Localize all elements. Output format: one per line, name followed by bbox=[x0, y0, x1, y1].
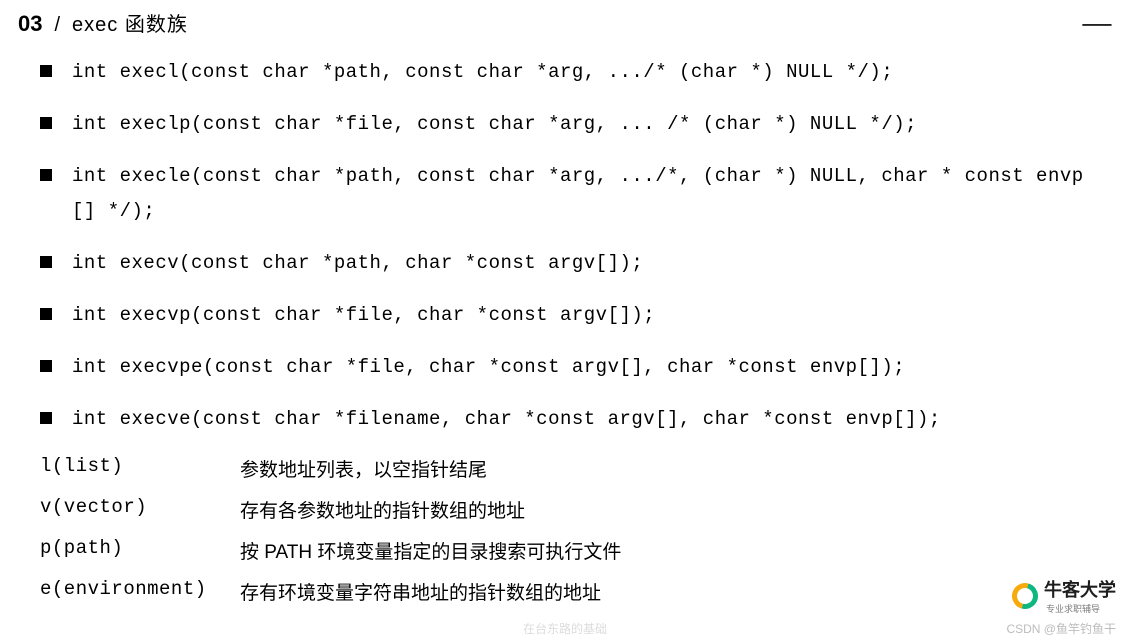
brand-sub: 专业求职辅导 bbox=[1046, 602, 1116, 615]
slide-content: int execl(const char *path, const char *… bbox=[0, 41, 1130, 605]
brand-logo-icon bbox=[1012, 583, 1038, 609]
suffix-desc: 存有环境变量字符串地址的指针数组的地址 bbox=[240, 578, 601, 605]
list-item: int execvpe(const char *file, char *cons… bbox=[40, 350, 1100, 384]
code-line: int execvp(const char *file, char *const… bbox=[72, 298, 1100, 332]
suffix-desc: 参数地址列表，以空指针结尾 bbox=[240, 455, 487, 482]
suffix-desc: 存有各参数地址的指针数组的地址 bbox=[240, 496, 525, 523]
code-line: int execvpe(const char *file, char *cons… bbox=[72, 350, 1100, 384]
code-line: int execve(const char *filename, char *c… bbox=[72, 402, 1100, 436]
suffix-key: v(vector) bbox=[40, 496, 240, 518]
suffix-key: l(list) bbox=[40, 455, 240, 477]
bullet-icon bbox=[40, 360, 52, 372]
list-item: int execv(const char *path, char *const … bbox=[40, 246, 1100, 280]
bullet-icon bbox=[40, 169, 52, 181]
brand-badge: 牛客大学 专业求职辅导 bbox=[1012, 576, 1116, 615]
list-item: int execve(const char *filename, char *c… bbox=[40, 402, 1100, 436]
slash: / bbox=[54, 14, 60, 37]
menu-icon[interactable]: ⸺ bbox=[1082, 10, 1112, 36]
suffix-key: p(path) bbox=[40, 537, 240, 559]
suffix-table: l(list) 参数地址列表，以空指针结尾 v(vector) 存有各参数地址的… bbox=[40, 455, 1100, 605]
code-line: int execlp(const char *file, const char … bbox=[72, 107, 1100, 141]
bullet-icon bbox=[40, 412, 52, 424]
code-line: int execle(const char *path, const char … bbox=[72, 159, 1100, 227]
suffix-row: l(list) 参数地址列表，以空指针结尾 bbox=[40, 455, 1100, 482]
watermark-text: 在台东路的基础 bbox=[523, 620, 607, 637]
slide-title: exec 函数族 bbox=[72, 8, 188, 37]
function-list: int execl(const char *path, const char *… bbox=[40, 55, 1100, 437]
list-item: int execlp(const char *file, const char … bbox=[40, 107, 1100, 141]
list-item: int execl(const char *path, const char *… bbox=[40, 55, 1100, 89]
suffix-key: e(environment) bbox=[40, 578, 240, 600]
header-left: 03 / exec 函数族 bbox=[18, 8, 188, 37]
bullet-icon bbox=[40, 256, 52, 268]
bullet-icon bbox=[40, 65, 52, 77]
slide-number: 03 bbox=[18, 11, 42, 37]
suffix-row: v(vector) 存有各参数地址的指针数组的地址 bbox=[40, 496, 1100, 523]
brand-text-wrap: 牛客大学 专业求职辅导 bbox=[1044, 576, 1116, 615]
list-item: int execvp(const char *file, char *const… bbox=[40, 298, 1100, 332]
bullet-icon bbox=[40, 308, 52, 320]
csdn-attribution: CSDN @鱼竿钓鱼干 bbox=[1006, 620, 1116, 637]
suffix-desc: 按 PATH 环境变量指定的目录搜索可执行文件 bbox=[240, 537, 621, 564]
list-item: int execle(const char *path, const char … bbox=[40, 159, 1100, 227]
bullet-icon bbox=[40, 117, 52, 129]
slide-header: 03 / exec 函数族 ⸺ bbox=[0, 0, 1130, 41]
suffix-row: p(path) 按 PATH 环境变量指定的目录搜索可执行文件 bbox=[40, 537, 1100, 564]
code-line: int execl(const char *path, const char *… bbox=[72, 55, 1100, 89]
suffix-row: e(environment) 存有环境变量字符串地址的指针数组的地址 bbox=[40, 578, 1100, 605]
code-line: int execv(const char *path, char *const … bbox=[72, 246, 1100, 280]
brand-name: 牛客大学 bbox=[1044, 580, 1116, 600]
